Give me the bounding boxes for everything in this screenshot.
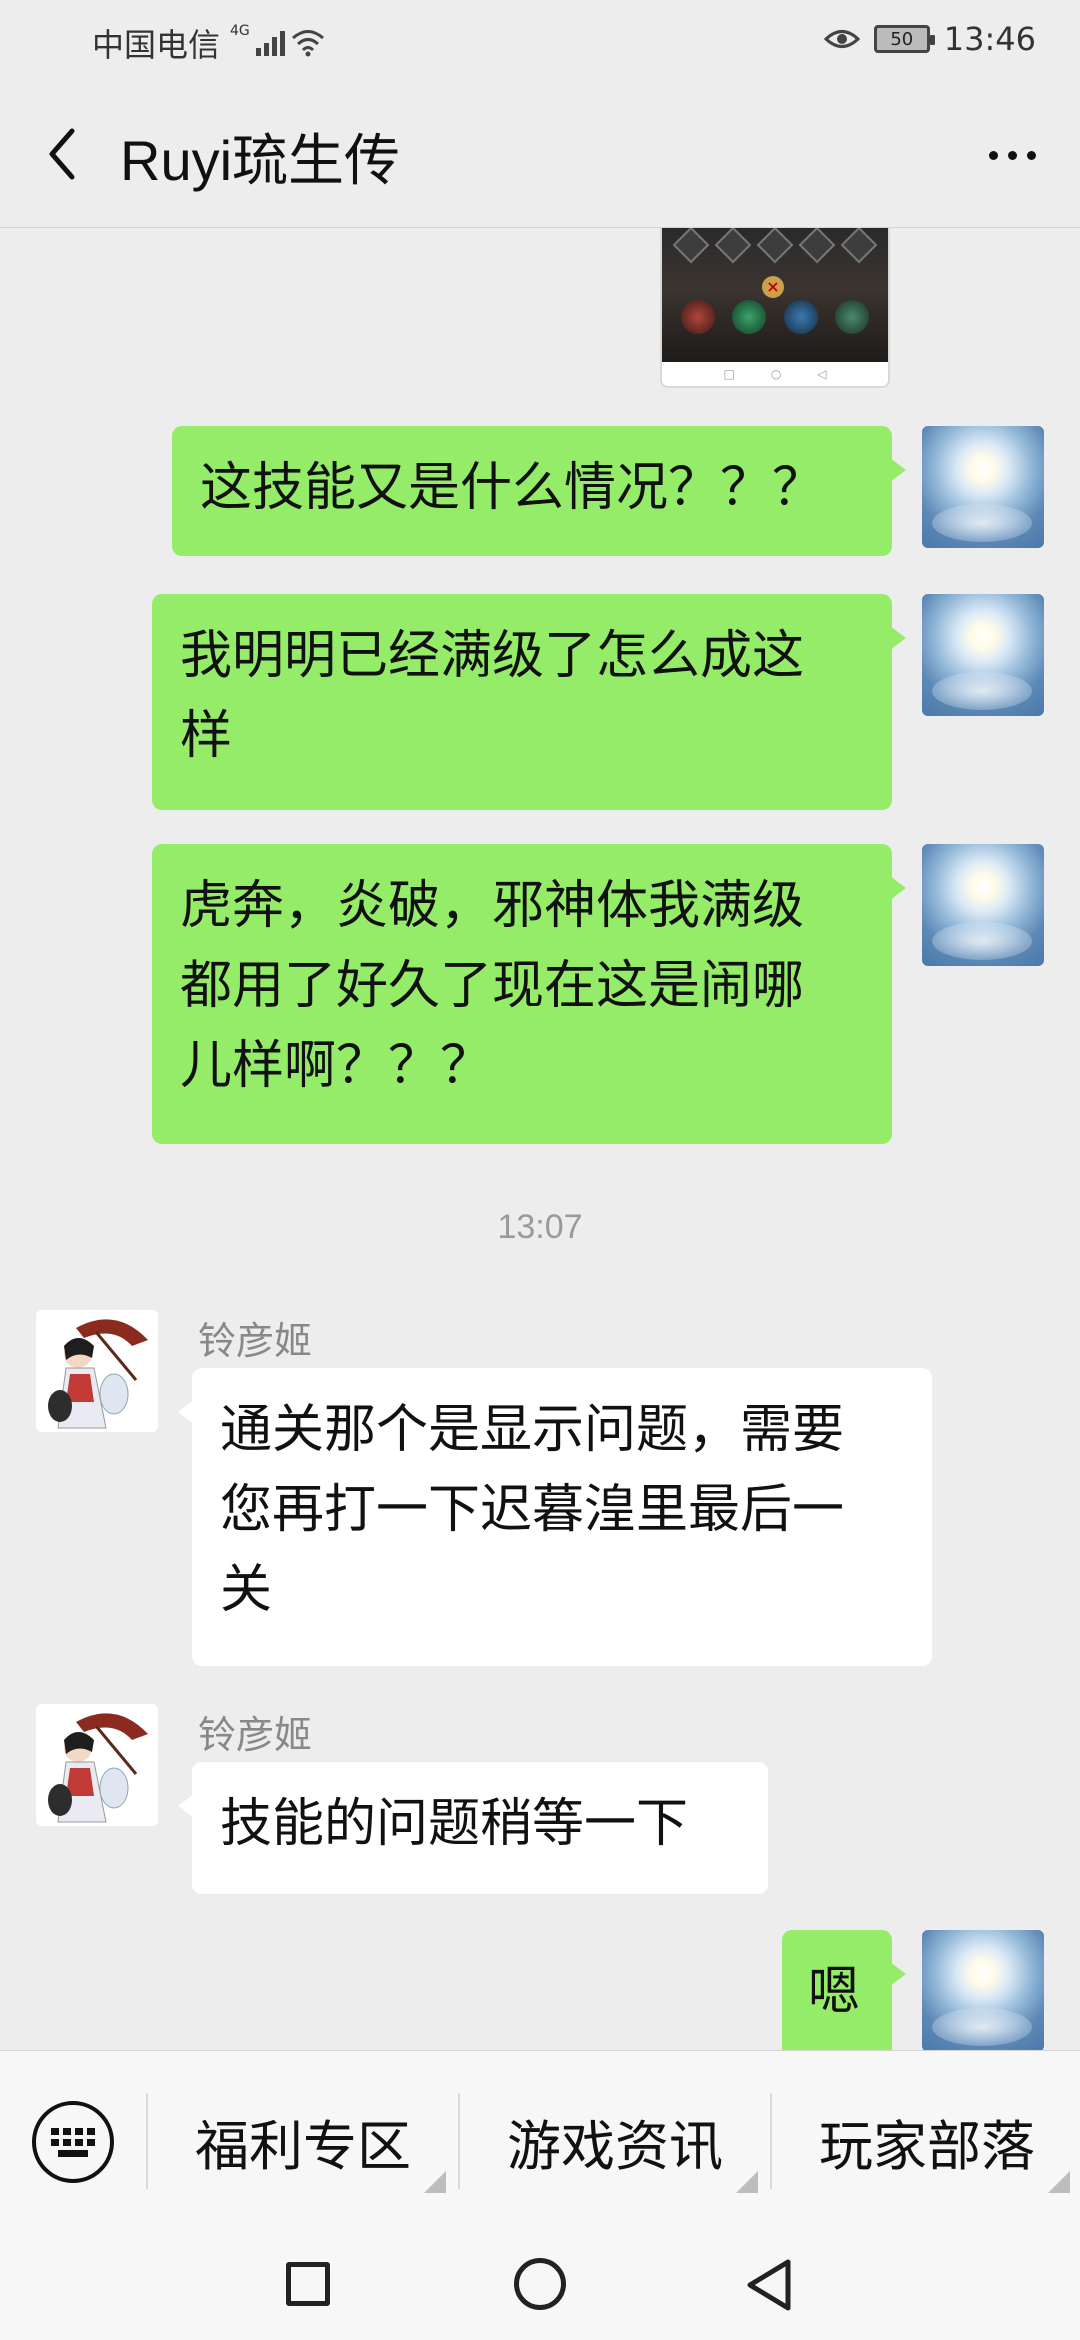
message-bubble[interactable]: 通关那个是显示问题，需要 您再打一下迟暮湟里最后一 关 [178,1368,932,1666]
keyboard-toggle-button[interactable] [32,2101,114,2183]
menu-item-welfare[interactable]: 福利专区 [150,2089,456,2193]
message-text: 这技能又是什么情况？？？ [200,458,825,518]
message-line: 通关那个是显示问题，需要 [220,1400,845,1460]
more-button[interactable] [980,130,1044,180]
chat-title: Ruyi琉生传 [120,129,401,192]
image-message[interactable]: × □ ○ ◁ [660,228,890,388]
menu-divider [770,2093,772,2189]
avatar[interactable] [922,844,1044,966]
battery-icon: 50 [873,25,935,53]
message-line: 虎奔，炎破，邪神体我满级 [180,876,805,936]
keyboard-icon [50,2127,96,2157]
network-type: 4G [230,23,250,39]
anime-girl-avatar-image [36,1704,158,1826]
anime-girl-avatar-image [36,1310,158,1432]
message-line: 您再打一下迟暮湟里最后一 [220,1480,845,1540]
menu-item-label: 游戏资讯 [507,2114,723,2178]
submenu-indicator-icon [736,2171,758,2193]
menu-divider [458,2093,460,2189]
signal-icon [255,30,285,56]
message-bubble[interactable]: 嗯 [782,1930,906,2050]
close-mark-icon: × [762,276,784,298]
message-text: 嗯 [808,1962,861,2022]
message-line: 关 [220,1560,273,1620]
chat-header: Ruyi琉生传 [0,80,1080,228]
message-line: 样 [180,706,233,766]
triangle-back-icon[interactable] [744,2258,794,2312]
wifi-icon [291,30,324,57]
message-row: 这技能又是什么情况？？？ [0,426,1080,566]
message-text: 技能的问题稍等一下 [220,1794,689,1854]
message-bubble[interactable]: 虎奔，炎破，邪神体我满级 都用了好久了现在这是闹哪 儿样啊？？？ [152,844,906,1144]
sender-name: 铃彦姬 [198,1319,313,1363]
back-button[interactable] [36,124,86,184]
status-left: 中国电信 4G [92,20,325,66]
message-row: 铃彦姬 通关那个是显示问题，需要 您再打一下迟暮湟里最后一 关 [0,1310,1080,1666]
message-line: 我明明已经满级了怎么成这 [180,626,805,686]
clock: 13:46 [943,20,1036,58]
submenu-indicator-icon [1048,2171,1070,2193]
menu-divider [146,2093,148,2189]
more-dot [1026,150,1036,160]
message-line: 都用了好久了现在这是闹哪 [180,956,805,1016]
message-bubble[interactable]: 我明明已经满级了怎么成这 样 [152,594,906,810]
status-bar: 中国电信 4G 50 13:46 [0,0,1080,80]
battery-level: 50 [890,28,914,50]
chevron-left-icon [49,128,75,180]
menu-item-community[interactable]: 玩家部落 [774,2089,1080,2193]
more-dot [988,150,998,160]
more-dot [1007,150,1017,160]
message-row: 铃彦姬 技能的问题稍等一下 [0,1704,1080,1904]
game-screenshot-image: × [662,228,888,364]
official-account-menu: 福利专区 游戏资讯 玩家部落 [0,2050,1080,2230]
submenu-indicator-icon [424,2171,446,2193]
avatar[interactable] [922,426,1044,548]
menu-item-label: 福利专区 [195,2114,411,2178]
message-bubble[interactable]: 技能的问题稍等一下 [178,1762,768,1894]
message-timestamp: 13:07 [497,1208,583,1246]
square-recents-icon[interactable] [286,2262,330,2306]
sender-name: 铃彦姬 [198,1713,313,1757]
system-nav-bar [0,2230,1080,2340]
message-row: 虎奔，炎破，邪神体我满级 都用了好久了现在这是闹哪 儿样啊？？？ [0,844,1080,1144]
image-nav-bar: □ ○ ◁ [662,362,888,386]
avatar[interactable] [36,1310,158,1432]
carrier-label: 中国电信 [92,26,221,64]
chat-area[interactable]: × □ ○ ◁ 这技能又是什么情况？？？ 我明明已经满级了怎么成这 样 虎奔，炎破， [0,228,1080,2050]
message-bubble[interactable]: 这技能又是什么情况？？？ [172,426,906,556]
game-skill-icons [672,300,878,334]
message-line: 儿样啊？？？ [180,1036,493,1096]
circle-home-icon[interactable] [514,2258,566,2310]
menu-item-news[interactable]: 游戏资讯 [462,2089,768,2193]
message-row: 嗯 [0,1930,1080,2050]
menu-item-label: 玩家部落 [819,2114,1035,2178]
message-row: 我明明已经满级了怎么成这 样 [0,594,1080,814]
status-right: 50 13:46 [823,20,1036,58]
avatar[interactable] [922,1930,1044,2050]
game-slots [670,228,880,278]
eye-comfort-icon [823,30,860,48]
avatar[interactable] [36,1704,158,1826]
avatar[interactable] [922,594,1044,716]
